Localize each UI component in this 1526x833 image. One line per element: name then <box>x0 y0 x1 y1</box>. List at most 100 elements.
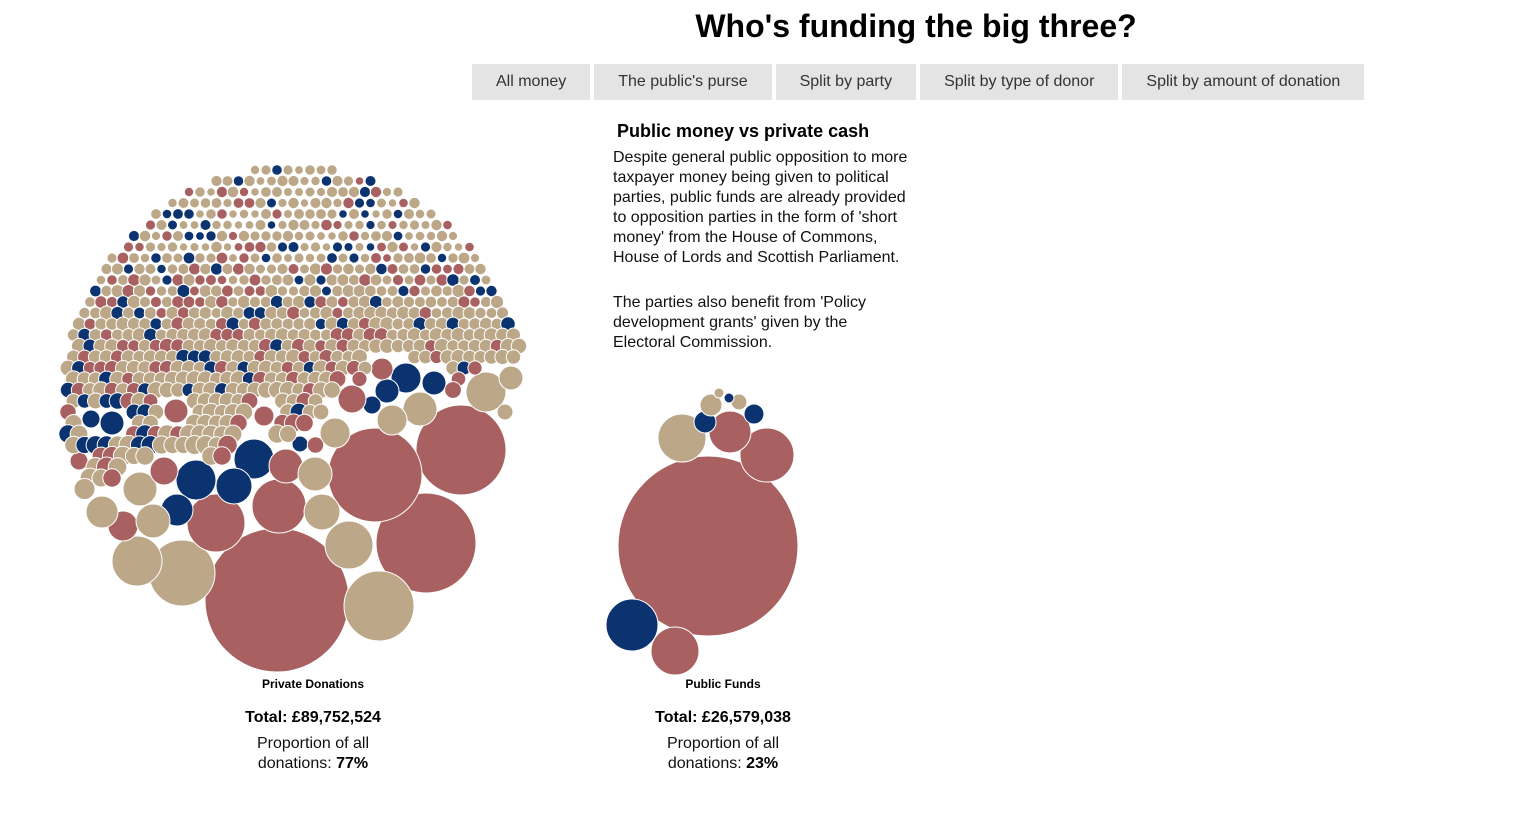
bubble <box>194 186 206 198</box>
bubble <box>303 295 317 309</box>
bubble <box>360 209 370 219</box>
bubble <box>326 164 338 176</box>
public-funds-proportion: Proportion of all donations: 23% <box>643 734 803 774</box>
bubble <box>365 242 376 252</box>
bubble <box>205 230 217 242</box>
bubble <box>293 230 305 242</box>
bubble <box>210 240 223 254</box>
bubble <box>212 446 232 466</box>
public-funds-total: Total: £26,579,038 <box>655 709 791 726</box>
bubble <box>250 187 260 197</box>
bubble <box>464 241 475 253</box>
bubble <box>321 285 332 297</box>
bubble <box>287 241 300 253</box>
bubble <box>237 229 251 243</box>
bubble <box>277 219 288 231</box>
bubble <box>233 242 244 252</box>
bubble <box>85 495 119 529</box>
bubble <box>371 209 381 219</box>
bubble <box>199 219 212 231</box>
bubble <box>270 273 284 287</box>
bubble <box>221 262 234 276</box>
bubble <box>182 251 196 265</box>
bubble <box>326 252 338 264</box>
bubble <box>320 175 333 187</box>
bubble <box>376 404 408 436</box>
bubble <box>189 285 200 297</box>
bubble <box>160 295 174 309</box>
bubble <box>144 263 157 275</box>
bubble <box>457 251 471 265</box>
bubble <box>133 262 146 276</box>
bubble <box>293 208 305 220</box>
bubble <box>111 535 163 587</box>
bubble <box>375 262 388 276</box>
bubble <box>222 219 233 231</box>
bubble <box>183 230 195 242</box>
bubble <box>260 186 272 198</box>
bubble <box>287 263 300 275</box>
bubble <box>283 187 293 197</box>
bubble <box>413 273 427 287</box>
bubble <box>200 242 211 252</box>
bubble <box>408 284 421 298</box>
bubble <box>139 252 151 264</box>
bubble <box>358 185 372 199</box>
bubble <box>254 219 267 231</box>
bubble <box>315 164 327 176</box>
bubble <box>392 252 404 264</box>
bubble <box>421 370 447 396</box>
bubble <box>194 274 206 286</box>
bubble <box>650 626 700 676</box>
bubble <box>138 295 152 309</box>
proportion-value: 23% <box>746 755 779 772</box>
bubble <box>309 196 322 210</box>
bubble <box>419 285 432 297</box>
bubble <box>249 164 261 176</box>
bubble <box>505 349 522 365</box>
bubble <box>254 240 267 254</box>
bubble <box>442 241 453 253</box>
bubble <box>337 252 349 264</box>
bubble <box>233 220 244 230</box>
bubble <box>143 306 158 320</box>
bubble <box>106 274 118 286</box>
bubble <box>271 230 283 242</box>
bubble <box>271 252 283 264</box>
bubble <box>134 241 145 253</box>
bubble <box>370 230 382 242</box>
bubble <box>206 187 216 197</box>
bubble <box>420 220 431 230</box>
bubble <box>287 218 300 232</box>
bubble <box>430 240 443 254</box>
bubble <box>376 241 387 253</box>
bubble <box>163 398 189 424</box>
bubble <box>227 230 239 242</box>
bubble <box>354 242 365 252</box>
bubble <box>474 262 487 276</box>
bubble <box>453 242 464 252</box>
bubble <box>319 262 334 276</box>
bubble <box>189 197 200 209</box>
bubble <box>386 240 399 254</box>
bubble <box>337 384 367 414</box>
bubble <box>216 208 228 220</box>
bubble <box>442 263 453 275</box>
bubble <box>216 274 228 286</box>
bubble <box>227 296 239 308</box>
bubble <box>279 425 297 443</box>
bubble <box>199 197 212 209</box>
bubble <box>127 229 141 243</box>
bubble <box>73 478 96 500</box>
bubble <box>195 231 205 241</box>
bubble <box>215 467 253 505</box>
bubble <box>351 370 368 388</box>
bubble <box>315 274 327 286</box>
bubble <box>166 285 179 297</box>
bubble <box>117 274 129 286</box>
bubble <box>182 295 196 309</box>
bubble <box>743 403 765 425</box>
bubble <box>99 410 125 436</box>
bubble <box>232 262 245 276</box>
bubble <box>337 230 349 242</box>
